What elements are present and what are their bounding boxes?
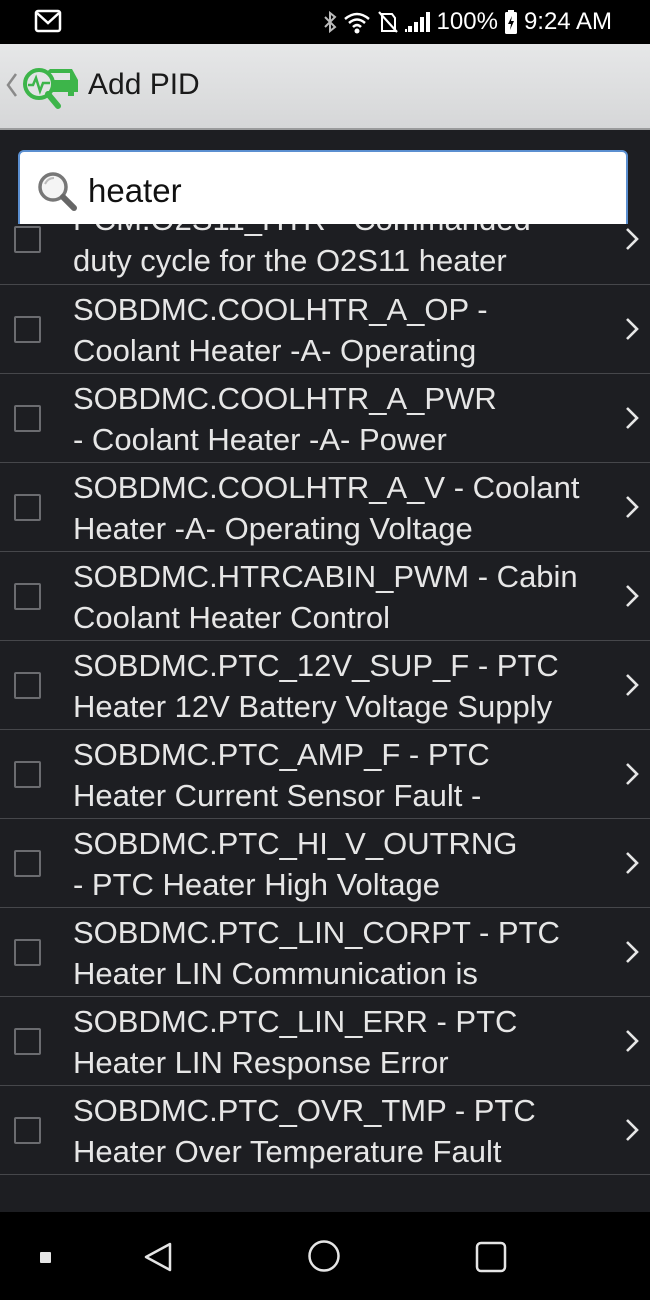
- checkbox[interactable]: [14, 761, 41, 788]
- checkbox[interactable]: [14, 494, 41, 521]
- chevron-right-icon[interactable]: [624, 671, 640, 699]
- checkbox[interactable]: [14, 939, 41, 966]
- bluetooth-icon: [323, 10, 337, 34]
- checkbox[interactable]: [14, 583, 41, 610]
- checkbox[interactable]: [14, 672, 41, 699]
- battery-charging-icon: [504, 9, 518, 35]
- checkbox[interactable]: [14, 405, 41, 432]
- mute-icon: [377, 10, 399, 34]
- battery-percent: 100%: [436, 8, 498, 35]
- search-icon: [36, 170, 80, 214]
- checkbox[interactable]: [14, 1117, 41, 1144]
- list-item[interactable]: SOBDMC.PTC_LIN_ERR - PTC Heater LIN Resp…: [0, 997, 650, 1086]
- search-input[interactable]: [88, 152, 608, 230]
- checkbox[interactable]: [14, 850, 41, 877]
- list-item-label: SOBDMC.PTC_LIN_CORPT - PTC Heater LIN Co…: [73, 915, 560, 991]
- status-icons: 100% 9:24 AM: [323, 0, 612, 44]
- chevron-right-icon[interactable]: [624, 315, 640, 343]
- chevron-right-icon[interactable]: [624, 938, 640, 966]
- list-item-label: SOBDMC.PTC_AMP_F - PTC Heater Current Se…: [73, 737, 490, 813]
- checkbox[interactable]: [14, 226, 41, 253]
- list-item[interactable]: SOBDMC.PTC_OVR_TMP - PTC Heater Over Tem…: [0, 1086, 650, 1175]
- list-item-label: SOBDMC.COOLHTR_A_V - Coolant Heater -A- …: [73, 470, 580, 546]
- checkbox[interactable]: [14, 1028, 41, 1055]
- list-item[interactable]: SOBDMC.PTC_12V_SUP_F - PTC Heater 12V Ba…: [0, 641, 650, 730]
- app-bar: Add PID: [0, 44, 650, 130]
- chevron-right-icon[interactable]: [624, 849, 640, 877]
- chevron-right-icon[interactable]: [624, 225, 640, 253]
- list-item-label: SOBDMC.COOLHTR_A_PWR - Coolant Heater -A…: [73, 381, 497, 457]
- list-item[interactable]: SOBDMC.COOLHTR_A_OP - Coolant Heater -A-…: [0, 285, 650, 374]
- overview-icon[interactable]: [475, 1241, 507, 1273]
- list-item[interactable]: SOBDMC.PTC_LIN_CORPT - PTC Heater LIN Co…: [0, 908, 650, 997]
- list-item[interactable]: SOBDMC.PTC_AMP_F - PTC Heater Current Se…: [0, 730, 650, 819]
- home-icon[interactable]: [307, 1239, 341, 1273]
- search-box[interactable]: [18, 150, 628, 232]
- recents-icon[interactable]: [40, 1252, 51, 1263]
- status-bar: 100% 9:24 AM: [0, 0, 650, 44]
- list-item-label: SOBDMC.COOLHTR_A_OP - Coolant Heater -A-…: [73, 292, 488, 368]
- chevron-left-icon[interactable]: [6, 72, 18, 105]
- car-scan-logo-icon[interactable]: [20, 64, 80, 110]
- list-item[interactable]: SOBDMC.PTC_HI_V_OUTRNG - PTC Heater High…: [0, 819, 650, 908]
- chevron-right-icon[interactable]: [624, 1116, 640, 1144]
- list-item-label: SOBDMC.PTC_HI_V_OUTRNG - PTC Heater High…: [73, 826, 518, 902]
- wifi-icon: [343, 10, 371, 34]
- chevron-right-icon[interactable]: [624, 1027, 640, 1055]
- chevron-right-icon[interactable]: [624, 404, 640, 432]
- list-item-label: SOBDMC.PTC_OVR_TMP - PTC Heater Over Tem…: [73, 1093, 536, 1169]
- list-item[interactable]: PCM.O2S11_HTR - Commanded duty cycle for…: [0, 224, 650, 285]
- signal-icon: [404, 10, 431, 34]
- list-item-label: PCM.O2S11_HTR - Commanded duty cycle for…: [73, 224, 531, 278]
- list-item-label: SOBDMC.HTRCABIN_PWM - Cabin Coolant Heat…: [73, 559, 578, 635]
- pid-list: PCM.O2S11_HTR - Commanded duty cycle for…: [0, 224, 650, 1212]
- back-icon[interactable]: [142, 1240, 176, 1274]
- list-item-label: SOBDMC.PTC_12V_SUP_F - PTC Heater 12V Ba…: [73, 648, 559, 724]
- chevron-right-icon[interactable]: [624, 760, 640, 788]
- clock: 9:24 AM: [523, 8, 612, 35]
- nav-bar: [0, 1212, 650, 1300]
- chevron-right-icon[interactable]: [624, 582, 640, 610]
- list-item[interactable]: SOBDMC.COOLHTR_A_PWR - Coolant Heater -A…: [0, 374, 650, 463]
- screen: 100% 9:24 AM Add PID heater duty cycle f…: [0, 0, 650, 1300]
- list-item[interactable]: SOBDMC.COOLHTR_A_V - Coolant Heater -A- …: [0, 463, 650, 552]
- list-item-label: SOBDMC.PTC_LIN_ERR - PTC Heater LIN Resp…: [73, 1004, 518, 1080]
- chevron-right-icon[interactable]: [624, 493, 640, 521]
- page-title: Add PID: [88, 68, 200, 101]
- checkbox[interactable]: [14, 316, 41, 343]
- list-item[interactable]: SOBDMC.HTRCABIN_PWM - Cabin Coolant Heat…: [0, 552, 650, 641]
- gmail-icon: [34, 8, 62, 34]
